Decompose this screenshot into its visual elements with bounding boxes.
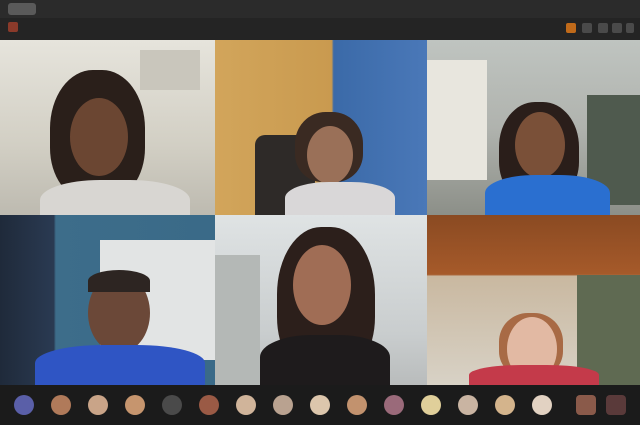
more-icon[interactable]: [612, 23, 622, 33]
face: [70, 98, 128, 176]
shirt: [485, 175, 610, 215]
participant-thumbnail[interactable]: [576, 395, 596, 415]
face: [293, 245, 351, 325]
participant-thumbnail[interactable]: [384, 395, 404, 415]
participant-thumbnail[interactable]: [273, 395, 293, 415]
participant-thumbnail-strip: [0, 385, 640, 425]
hair: [88, 270, 150, 292]
participant-tile-2[interactable]: [215, 40, 427, 215]
door: [215, 255, 260, 385]
app-badge-icon: [8, 3, 36, 15]
shirt: [260, 335, 390, 385]
close-icon[interactable]: [626, 23, 634, 33]
video-grid: [0, 40, 640, 385]
participant-tile-5[interactable]: [215, 215, 427, 385]
participant-tile-3[interactable]: [427, 40, 640, 215]
participant-thumbnail[interactable]: [88, 395, 108, 415]
share-icon[interactable]: [566, 23, 576, 33]
window: [427, 60, 487, 180]
people-icon[interactable]: [582, 23, 592, 33]
face: [515, 112, 565, 178]
participant-thumbnail[interactable]: [458, 395, 478, 415]
participant-thumbnail[interactable]: [532, 395, 552, 415]
meeting-toolbar: [0, 18, 640, 40]
participant-thumbnail[interactable]: [199, 395, 219, 415]
participant-thumbnail[interactable]: [125, 395, 145, 415]
participant-thumbnail[interactable]: [14, 395, 34, 415]
participant-thumbnail[interactable]: [51, 395, 71, 415]
shirt: [285, 182, 395, 215]
wall-shelf: [140, 50, 200, 90]
record-icon[interactable]: [8, 22, 18, 32]
participant-tile-1[interactable]: [0, 40, 215, 215]
participant-thumbnail[interactable]: [606, 395, 626, 415]
participant-thumbnail[interactable]: [421, 395, 441, 415]
title-bar: [0, 0, 640, 18]
participant-thumbnail[interactable]: [162, 395, 182, 415]
participant-thumbnail[interactable]: [310, 395, 330, 415]
chat-icon[interactable]: [598, 23, 608, 33]
participant-tile-4[interactable]: [0, 215, 215, 385]
shirt: [40, 180, 190, 215]
participant-thumbnail[interactable]: [495, 395, 515, 415]
shirt: [35, 345, 205, 385]
participant-thumbnail[interactable]: [347, 395, 367, 415]
participant-thumbnail[interactable]: [236, 395, 256, 415]
face: [307, 126, 353, 184]
participant-tile-6[interactable]: [427, 215, 640, 385]
shirt: [469, 365, 599, 385]
